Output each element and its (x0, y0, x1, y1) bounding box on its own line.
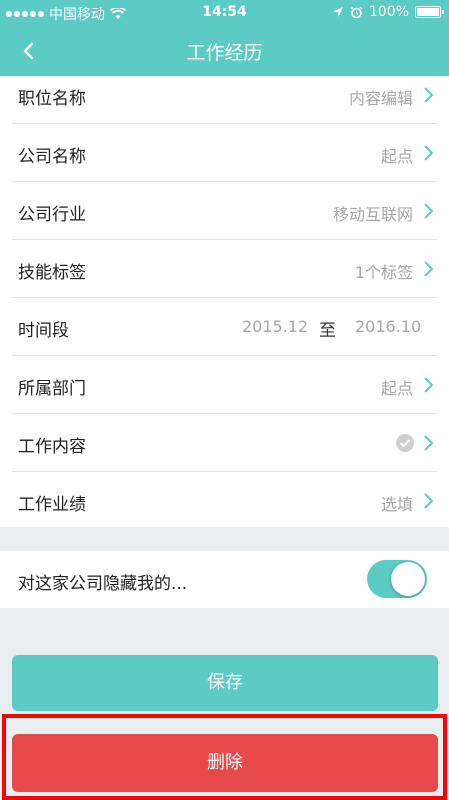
row-label: 公司名称 (18, 147, 86, 167)
row-value: 选填 (380, 495, 413, 514)
experience-form: 职位名称 内容编辑 公司名称 起点 公司行业 移动互联网 技能标签 1个标签 时… (0, 76, 449, 527)
row-label: 公司行业 (18, 205, 86, 225)
row-value: 1个标签 (354, 263, 413, 282)
row-label: 职位名称 (18, 89, 86, 109)
row-label: 所属部门 (18, 379, 86, 399)
row-label: 工作业绩 (18, 495, 86, 515)
row-work-content[interactable]: 工作内容 (0, 414, 449, 472)
chevron-right-icon (424, 493, 434, 509)
chevron-right-icon (424, 377, 434, 393)
check-circle-icon (396, 434, 414, 452)
row-job-title[interactable]: 职位名称 内容编辑 (0, 76, 449, 124)
row-achievements[interactable]: 工作业绩 选填 (0, 472, 449, 527)
row-skill-tags[interactable]: 技能标签 1个标签 (0, 240, 449, 298)
row-value: 起点 (380, 147, 413, 166)
save-button[interactable]: 保存 (12, 655, 438, 711)
end-date-field[interactable]: 2016.10 (355, 317, 421, 336)
row-company-name[interactable]: 公司名称 起点 (0, 124, 449, 182)
toggle-knob (391, 562, 425, 596)
chevron-right-icon (424, 87, 434, 103)
hide-from-company-row: 对这家公司隐藏我的... (0, 551, 449, 608)
hide-toggle[interactable] (367, 560, 427, 598)
row-industry[interactable]: 公司行业 移动互联网 (0, 182, 449, 240)
status-right: 100% (332, 4, 444, 20)
chevron-right-icon (424, 145, 434, 161)
hide-from-company-label: 对这家公司隐藏我的... (18, 574, 188, 594)
start-date-field[interactable]: 2015.12 (242, 317, 308, 336)
row-label: 时间段 (18, 321, 69, 341)
row-label: 技能标签 (18, 263, 86, 283)
date-range-separator: 至 (319, 321, 336, 341)
row-value: 内容编辑 (348, 89, 413, 108)
highlight-box (2, 714, 447, 800)
row-value: 移动互联网 (332, 205, 413, 224)
nav-bar: 工作经历 (0, 26, 449, 76)
battery-percent: 100% (368, 4, 409, 20)
chevron-right-icon (424, 261, 434, 277)
chevron-right-icon (424, 203, 434, 219)
row-label: 工作内容 (18, 437, 86, 457)
row-value: 起点 (380, 379, 413, 398)
location-icon (332, 7, 343, 17)
row-time-period: 时间段 2015.12 至 2016.10 (0, 298, 449, 356)
row-department[interactable]: 所属部门 起点 (0, 356, 449, 414)
chevron-right-icon (424, 435, 434, 451)
page-title: 工作经历 (186, 42, 263, 64)
battery-icon (415, 6, 444, 18)
alarm-icon (350, 5, 363, 18)
status-bar: 中国移动 14:54 100% (0, 0, 449, 26)
